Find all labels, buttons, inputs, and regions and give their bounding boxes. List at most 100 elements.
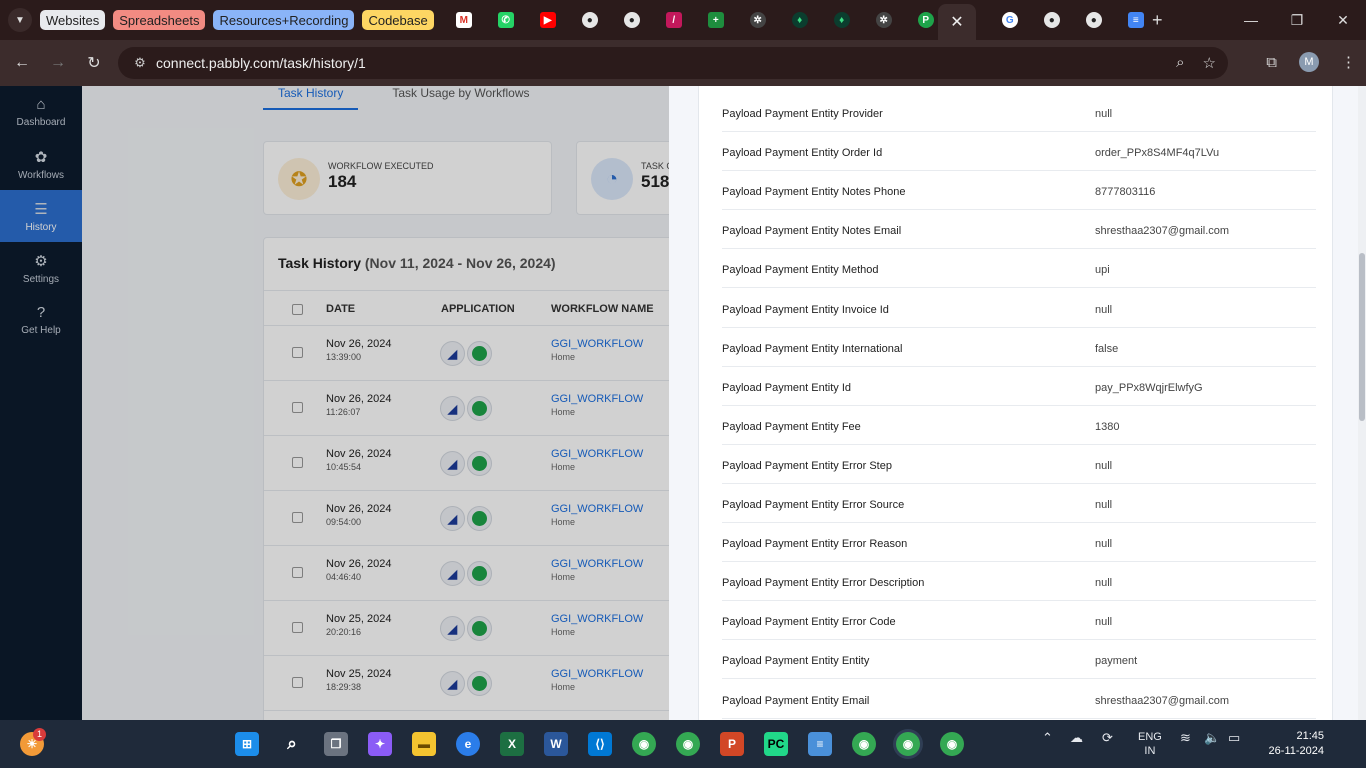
windows-start-icon[interactable]: ⊞ [235,732,259,756]
language-indicator[interactable]: ENG IN [1138,730,1162,758]
clock-time: 21:45 [1296,730,1324,742]
chrome-icon[interactable]: ◉ [632,732,656,756]
stripe-tab-icon[interactable]: / [665,12,682,28]
wifi-icon[interactable]: ≋ [1180,730,1191,746]
payload-field-row: Payload Payment Entity Entity payment [722,640,1316,680]
tab-group-resources[interactable]: Resources+Recording [213,10,355,30]
field-key: Payload Payment Entity Entity [722,655,870,668]
panel-scrollbar[interactable] [1358,86,1366,720]
chatgpt-tab-icon[interactable]: ✲ [749,12,766,28]
field-key: Payload Payment Entity Fee [722,420,861,433]
pycharm-icon[interactable]: PC [764,732,788,756]
docs-tab-icon[interactable]: ≡ [1127,12,1144,28]
gmail-tab-icon[interactable]: M [455,12,472,28]
url-text[interactable]: connect.pabbly.com/task/history/1 [156,55,366,71]
scrollbar-thumb[interactable] [1359,253,1365,421]
vscode-icon[interactable]: ⟨⟩ [588,732,612,756]
volume-icon[interactable]: 🔈 [1204,730,1220,746]
chrome-icon-active[interactable]: ◉ [896,732,920,756]
powerpoint-icon[interactable]: P [720,732,744,756]
system-clock[interactable]: 21:45 26-11-2024 [1269,729,1324,759]
field-value: null [1095,616,1113,629]
github-tab-icon-2[interactable]: ● [623,12,640,28]
window-close-icon[interactable]: ✕ [1320,12,1366,29]
chatgpt-tab-icon-2[interactable]: ✲ [875,12,892,28]
tab-group-websites[interactable]: Websites [40,10,106,30]
task-view-icon[interactable]: ❐ [324,732,348,756]
field-value: null [1095,459,1113,472]
pabbly-app: ⌂ Dashboard ✿ Workflows ☰ History ⚙ Sett… [0,86,1366,720]
file-explorer-icon[interactable]: ▬ [412,732,436,756]
bookmark-star-icon[interactable]: ☆ [1203,54,1216,72]
sheets-tab-icon[interactable]: + [707,12,724,28]
search-icon[interactable]: ⌕ [280,732,304,756]
field-key: Payload Payment Entity Error Step [722,459,892,472]
youtube-tab-icon[interactable]: ▶ [539,12,556,28]
windows-taskbar: ☀ 1 ⊞ ⌕ ❐ ✦ ▬ e X W ⟨⟩ ◉ ◉ P PC ≡ ◉ ◉ ◉ … [0,720,1366,768]
omnibox[interactable]: ⚙ connect.pabbly.com/task/history/1 ⌕ ☆ [118,47,1228,79]
payload-field-row: Payload Payment Entity Error Code null [722,601,1316,641]
field-key: Payload Payment Entity Error Description [722,577,925,590]
zoom-icon[interactable]: ⌕ [1176,54,1184,72]
payload-field-row: Payload Payment Entity Id pay_PPx8WqjrElw… [722,367,1316,406]
field-value: payment [1095,655,1138,668]
field-key: Payload Payment Entity Order Id [722,147,883,160]
excel-icon[interactable]: X [500,732,524,756]
field-value: shresthaa2307@gmail.com [1095,225,1230,238]
field-value: upi [1095,264,1110,277]
profile-avatar[interactable]: M [1299,52,1319,72]
word-icon[interactable]: W [544,732,568,756]
copilot-icon[interactable]: ✦ [368,732,392,756]
payload-field-row: Payload Payment Entity Error Source null [722,484,1316,523]
notification-badge: 1 [33,728,46,741]
github-tab-icon[interactable]: ● [581,12,598,28]
payload-field-row: Payload Payment Entity Method upi [722,249,1316,289]
chrome-icon-2[interactable]: ◉ [676,732,700,756]
address-bar: ← → ↻ ⚙ connect.pabbly.com/task/history/… [0,40,1366,86]
tab-group-spreadsheets[interactable]: Spreadsheets [113,10,206,30]
new-tab-plus-icon[interactable]: + [1152,10,1163,31]
pabbly-tab-icon[interactable]: P [917,12,934,28]
payload-field-row: Payload Payment Entity Order Id order_PPx… [722,132,1316,172]
field-value: null [1095,108,1113,120]
site-settings-icon[interactable]: ⚙ [126,55,154,71]
back-arrow-icon[interactable]: ← [4,54,40,72]
close-icon[interactable]: ✕ [938,4,976,40]
browser-menu-icon[interactable]: ⋮ [1341,53,1356,71]
cloud-icon[interactable]: ☁ [1070,730,1083,746]
chevron-up-icon[interactable]: ⌃ [1042,730,1053,746]
minimize-icon[interactable]: — [1228,12,1274,28]
reload-icon[interactable]: ↻ [76,53,112,73]
chrome-icon-3[interactable]: ◉ [852,732,876,756]
whatsapp-tab-icon[interactable]: ✆ [497,12,514,28]
sync-icon[interactable]: ⟳ [1102,730,1113,746]
extensions-puzzle-icon[interactable]: ⧉ [1266,54,1277,71]
edge-icon[interactable]: e [456,732,480,756]
google-tab-icon[interactable]: G [1001,12,1018,28]
field-key: Payload Payment Entity Id [722,381,852,394]
field-key: Payload Payment Entity Invoice Id [722,303,889,316]
field-key: Payload Payment Entity Email [722,694,870,707]
battery-icon[interactable]: ▭ [1228,730,1240,746]
payload-field-row: Payload Payment Entity Error Step null [722,445,1316,484]
payload-field-list: Payload Payment Entity Provider null Paylo… [698,86,1333,720]
payload-field-row: Payload Payment Entity International fals… [722,328,1316,367]
forward-arrow-icon[interactable]: → [40,54,76,72]
field-key: Payload Payment Entity Method [722,264,879,277]
github-tab-icon-4[interactable]: ● [1085,12,1102,28]
task-detail-panel: Payload Payment Entity Provider null Paylo… [669,86,1366,720]
leaf-tab-icon-2[interactable]: ♦ [833,12,850,28]
notepad-icon[interactable]: ≡ [808,732,832,756]
tab-search-chevron-icon[interactable]: ▼ [8,8,32,32]
window-controls: — ❐ ✕ [1228,0,1366,40]
payload-field-row: Payload Payment Entity Notes Email shrest… [722,210,1316,250]
modal-backdrop[interactable] [0,86,672,720]
field-value: order_PPx8S4MF4q7LVu [1095,147,1220,160]
field-value: 8777803116 [1095,186,1156,199]
chrome-icon-4[interactable]: ◉ [940,732,964,756]
github-tab-icon-3[interactable]: ● [1043,12,1060,28]
language-code: ENG [1138,731,1162,743]
tab-group-codebase[interactable]: Codebase [362,10,434,30]
restore-icon[interactable]: ❐ [1274,12,1320,29]
leaf-tab-icon[interactable]: ♦ [791,12,808,28]
